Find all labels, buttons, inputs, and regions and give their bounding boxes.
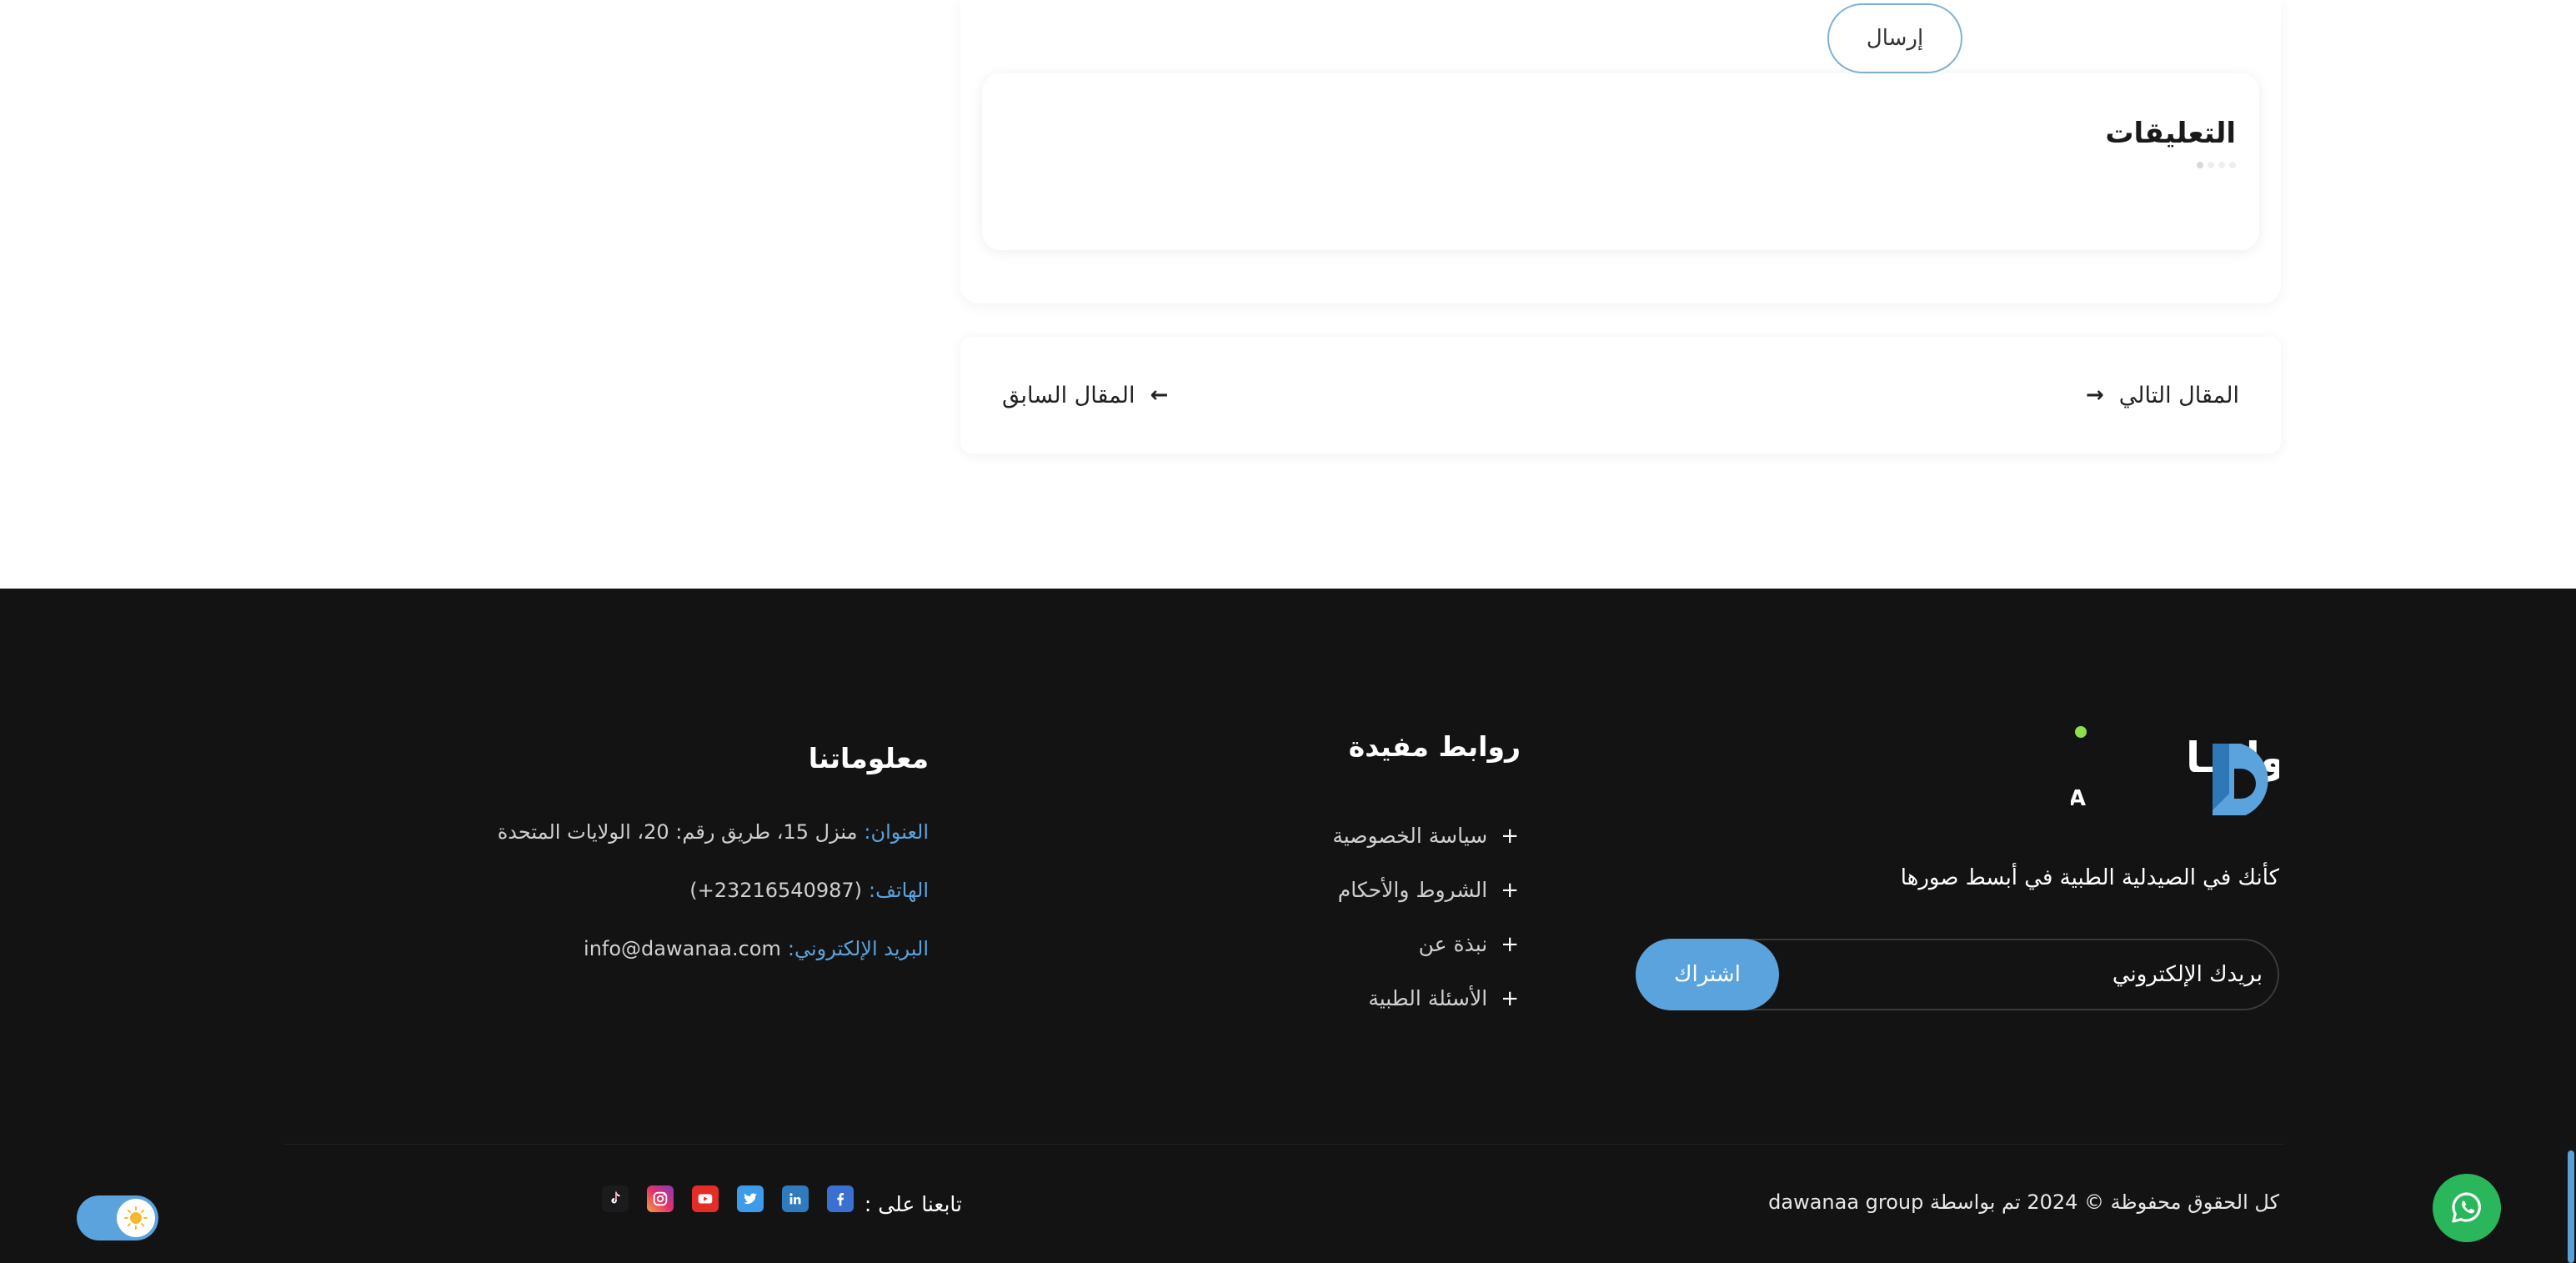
useful-link-privacy[interactable]: + سياسة الخصوصية bbox=[1332, 809, 1519, 863]
footer bbox=[0, 589, 2566, 1263]
whatsapp-icon bbox=[2452, 1192, 2481, 1223]
info-title: معلوماتنا bbox=[808, 742, 929, 774]
logo-latin-text: DAWANAA bbox=[2071, 786, 2086, 811]
plus-icon: + bbox=[1501, 823, 1519, 849]
plus-icon: + bbox=[1501, 877, 1519, 903]
address-label: العنوان: bbox=[864, 820, 929, 844]
plus-icon: + bbox=[1501, 931, 1519, 957]
comments-loading-dots bbox=[2197, 162, 2236, 168]
newsletter-email-input[interactable] bbox=[1796, 940, 2263, 1009]
comments-box: التعليقات bbox=[982, 73, 2259, 250]
email-label: البريد الإلكتروني: bbox=[787, 937, 929, 960]
arrow-right-icon: → bbox=[2085, 383, 2104, 408]
useful-links-title: روابط مفيدة bbox=[1348, 730, 1521, 763]
social-links bbox=[602, 1185, 854, 1212]
scrollbar-thumb[interactable] bbox=[2568, 1150, 2574, 1263]
tiktok-icon[interactable] bbox=[602, 1185, 629, 1212]
footer-divider bbox=[283, 1144, 2284, 1145]
useful-link-terms[interactable]: + الشروط والأحكام bbox=[1332, 863, 1519, 917]
next-article-link[interactable]: المقال التالي → bbox=[2086, 337, 2239, 454]
sun-icon bbox=[117, 1199, 155, 1237]
info-phone: الهاتف: (+23216540987) bbox=[689, 879, 929, 902]
whatsapp-button[interactable] bbox=[2433, 1174, 2501, 1242]
useful-link-label: نبذة عن bbox=[1418, 932, 1488, 956]
next-article-label: المقال التالي bbox=[2118, 382, 2239, 408]
plus-icon: + bbox=[1501, 985, 1519, 1011]
facebook-icon[interactable] bbox=[827, 1185, 854, 1212]
useful-link-about[interactable]: + نبذة عن bbox=[1332, 917, 1519, 971]
youtube-icon[interactable] bbox=[692, 1185, 719, 1212]
phone-label: الهاتف: bbox=[869, 879, 929, 902]
theme-toggle[interactable] bbox=[77, 1195, 158, 1240]
useful-link-label: الأسئلة الطبية bbox=[1368, 986, 1488, 1010]
comments-title: التعليقات bbox=[2105, 117, 2236, 150]
info-email: البريد الإلكتروني: info@dawanaa.com bbox=[584, 937, 929, 960]
instagram-icon[interactable] bbox=[647, 1185, 674, 1212]
subscribe-button[interactable]: اشتراك bbox=[1636, 939, 1779, 1010]
arrow-left-icon: ← bbox=[1150, 383, 1169, 408]
email-value[interactable]: info@dawanaa.com bbox=[584, 937, 781, 960]
useful-link-label: سياسة الخصوصية bbox=[1332, 824, 1488, 848]
footer-tagline: كأنك في الصيدلية الطبية في أبسط صورها bbox=[1900, 865, 2279, 890]
follow-us-label: تابعنا على : bbox=[864, 1192, 962, 1216]
twitter-icon[interactable] bbox=[737, 1185, 764, 1212]
post-navigation: المقال التالي → ← المقال السابق bbox=[960, 337, 2281, 454]
phone-value: (+23216540987) bbox=[689, 879, 863, 902]
useful-links-list: + سياسة الخصوصية + الشروط والأحكام + نبذة ع… bbox=[1332, 809, 1519, 1025]
send-button[interactable]: إرسال bbox=[1827, 3, 1962, 73]
newsletter-form: اشتراك bbox=[1636, 939, 2279, 1010]
address-value: منزل 15، طريق رقم: 20، الولايات المتحدة bbox=[497, 820, 858, 844]
useful-link-medical-faq[interactable]: + الأسئلة الطبية bbox=[1332, 971, 1519, 1025]
previous-article-label: المقال السابق bbox=[1002, 382, 1135, 408]
dawanaa-logo[interactable]: دوانــا DAWANAA bbox=[1961, 724, 2308, 817]
linkedin-icon[interactable] bbox=[782, 1185, 809, 1212]
previous-article-link[interactable]: ← المقال السابق bbox=[1002, 337, 1168, 454]
info-address: العنوان: منزل 15، طريق رقم: 20، الولايات… bbox=[498, 820, 929, 844]
useful-link-label: الشروط والأحكام bbox=[1337, 878, 1488, 902]
copyright-text: كل الحقوق محفوظة © 2024 تم بواسطة dawana… bbox=[1768, 1190, 2279, 1214]
